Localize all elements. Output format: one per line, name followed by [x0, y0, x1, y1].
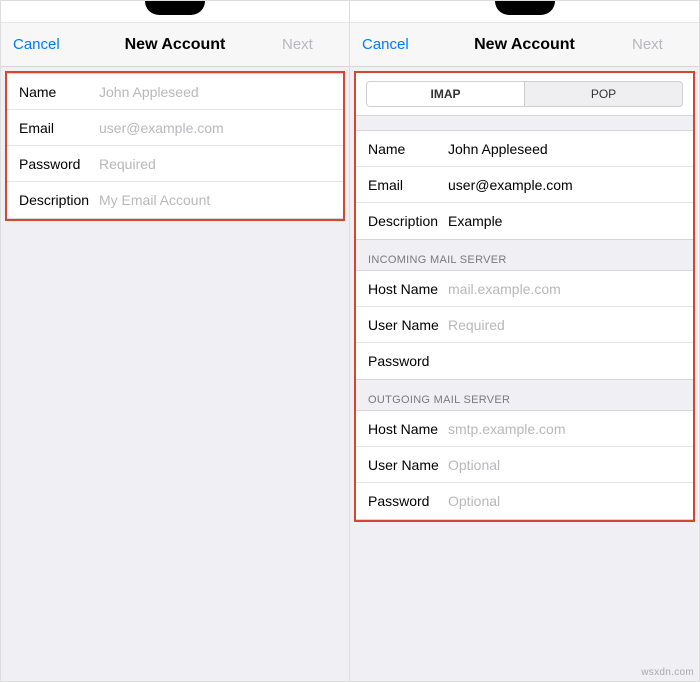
outgoing-host-row: Host Name: [356, 411, 693, 447]
incoming-user-row: User Name: [356, 307, 693, 343]
next-button[interactable]: Next: [282, 36, 337, 53]
description-field[interactable]: [448, 213, 681, 229]
outgoing-pass-label: Password: [368, 493, 448, 509]
account-group: Name Email Description: [356, 130, 693, 240]
outgoing-user-label: User Name: [368, 457, 448, 473]
outgoing-user-row: User Name: [356, 447, 693, 483]
bezel: [1, 1, 349, 23]
name-row: Name: [7, 74, 343, 110]
outgoing-pass-row: Password: [356, 483, 693, 519]
incoming-user-field[interactable]: [448, 317, 681, 333]
outgoing-user-field[interactable]: [448, 457, 681, 473]
incoming-host-label: Host Name: [368, 281, 448, 297]
name-label: Name: [19, 84, 99, 100]
screen-right: Cancel New Account Next IMAP POP Name Em…: [350, 0, 700, 682]
incoming-host-field[interactable]: [448, 281, 681, 297]
incoming-pass-row: Password: [356, 343, 693, 379]
name-field[interactable]: [448, 141, 681, 157]
password-field[interactable]: [99, 156, 331, 172]
annotation-box-right: IMAP POP Name Email Description: [354, 71, 695, 522]
protocol-segmented-wrap: IMAP POP: [356, 73, 693, 116]
description-label: Description: [19, 192, 99, 208]
outgoing-host-field[interactable]: [448, 421, 681, 437]
next-button[interactable]: Next: [632, 36, 687, 53]
outgoing-header: Outgoing Mail Server: [356, 380, 693, 410]
incoming-group: Host Name User Name Password: [356, 270, 693, 380]
outgoing-host-label: Host Name: [368, 421, 448, 437]
incoming-host-row: Host Name: [356, 271, 693, 307]
segment-imap[interactable]: IMAP: [367, 82, 524, 106]
password-row: Password: [7, 146, 343, 182]
page-title: New Account: [417, 36, 632, 54]
name-label: Name: [368, 141, 448, 157]
navbar: Cancel New Account Next: [350, 23, 699, 67]
name-row: Name: [356, 131, 693, 167]
protocol-segmented: IMAP POP: [366, 81, 683, 107]
incoming-user-label: User Name: [368, 317, 448, 333]
email-row: Email: [7, 110, 343, 146]
account-fields-group: Name Email Password Description: [7, 73, 343, 219]
description-label: Description: [368, 213, 448, 229]
description-row: Description: [7, 182, 343, 218]
annotation-box-left: Name Email Password Description: [5, 71, 345, 221]
description-row: Description: [356, 203, 693, 239]
name-field[interactable]: [99, 84, 331, 100]
email-field[interactable]: [448, 177, 681, 193]
navbar: Cancel New Account Next: [1, 23, 349, 67]
incoming-pass-label: Password: [368, 353, 448, 369]
screen-left: Cancel New Account Next Name Email Passw…: [0, 0, 350, 682]
incoming-header: Incoming Mail Server: [356, 240, 693, 270]
page-title: New Account: [68, 36, 282, 54]
password-label: Password: [19, 156, 99, 172]
segment-pop[interactable]: POP: [524, 82, 682, 106]
cancel-button[interactable]: Cancel: [13, 36, 68, 53]
email-label: Email: [19, 120, 99, 136]
spacer: [356, 116, 693, 130]
outgoing-pass-field[interactable]: [448, 493, 681, 509]
email-field[interactable]: [99, 120, 331, 136]
incoming-pass-field[interactable]: [448, 353, 681, 369]
email-label: Email: [368, 177, 448, 193]
outgoing-group: Host Name User Name Password: [356, 410, 693, 520]
cancel-button[interactable]: Cancel: [362, 36, 417, 53]
description-field[interactable]: [99, 192, 331, 208]
email-row: Email: [356, 167, 693, 203]
watermark: wsxdn.com: [641, 667, 694, 678]
bezel: [350, 1, 699, 23]
